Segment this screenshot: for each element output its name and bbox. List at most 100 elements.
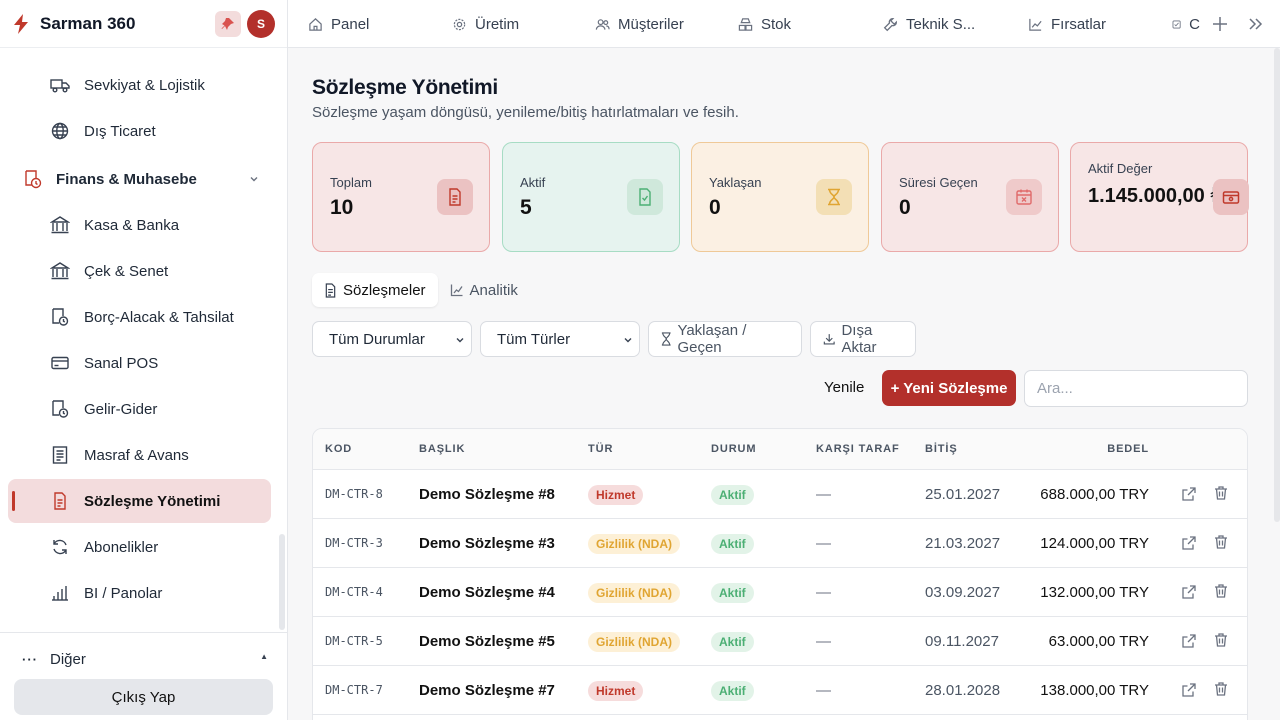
cell-amount: 63.000,00 TRY — [1048, 633, 1149, 650]
sidebar-item-gelir-gider[interactable]: Gelir-Gider — [8, 387, 271, 431]
export-button[interactable]: Dışa Aktar — [810, 321, 916, 357]
pin-button[interactable] — [215, 10, 241, 37]
tab-uretim[interactable]: Üretim — [452, 0, 519, 47]
button-label: Dışa Aktar — [841, 322, 877, 356]
sidebar-item-sevkiyat-lojistik[interactable]: Sevkiyat & Lojistik — [8, 63, 271, 107]
sidebar-item-abonelikler[interactable]: Abonelikler — [8, 525, 271, 569]
external-link-icon[interactable] — [1181, 682, 1197, 698]
table-row[interactable]: DM-CTR-8 Demo Sözleşme #8 Hizmet Aktif — 25.0… — [313, 470, 1247, 519]
type-badge: Hizmet — [588, 485, 644, 505]
trash-icon[interactable] — [1213, 534, 1229, 550]
hourglass-icon — [661, 332, 671, 346]
cell-amount: 132.000,00 TRY — [1040, 584, 1149, 601]
tab-analitik[interactable]: Analitik — [438, 273, 530, 307]
sidebar-item-kasa-banka[interactable]: Kasa & Banka — [8, 203, 271, 247]
stat-label: Toplam — [330, 175, 372, 190]
sidebar-item-label: Masraf & Avans — [84, 446, 189, 464]
cell-counterparty: — — [816, 486, 831, 503]
tab-stok[interactable]: Stok — [738, 0, 792, 47]
bar-chart-icon — [52, 586, 68, 601]
sidebar-item-label: Sanal POS — [84, 354, 159, 372]
refresh-icon — [53, 539, 67, 555]
sidebar-group-label: Finans & Muhasebe — [56, 170, 197, 188]
column-header-karsi-taraf: KARŞI TARAF — [816, 443, 900, 455]
stat-label: Süresi Geçen — [899, 175, 978, 190]
tab-label: Stok — [761, 15, 792, 33]
chevron-down-icon — [624, 338, 632, 343]
tab-panel[interactable]: Panel — [308, 0, 369, 47]
more-dots-icon: ··· — [22, 651, 38, 667]
gear-icon — [453, 18, 466, 30]
stat-value: 10 — [330, 196, 354, 219]
page-scrollbar[interactable] — [1272, 48, 1280, 720]
cell-amount: 124.000,00 TRY — [1040, 535, 1149, 552]
sidebar-item-bi-panolar[interactable]: BI / Panolar — [8, 571, 271, 615]
document-icon — [325, 282, 336, 298]
double-chevron-right-icon[interactable] — [1248, 17, 1264, 31]
external-link-icon[interactable] — [1181, 535, 1197, 551]
cell-title[interactable]: Demo Sözleşme #7 — [419, 682, 555, 699]
table-row[interactable]: DM-CTR-5 Demo Sözleşme #5 Gizlilik (NDA) Ak… — [313, 617, 1247, 666]
cell-title[interactable]: Demo Sözleşme #8 — [419, 486, 555, 503]
type-badge: Gizlilik (NDA) — [588, 534, 681, 554]
table-row[interactable]: DM-CTR-4 Demo Sözleşme #4 Gizlilik (NDA) Ak… — [313, 568, 1247, 617]
status-badge: Aktif — [711, 534, 754, 554]
sidebar-item-sanal-pos[interactable]: Sanal POS — [8, 341, 271, 385]
type-badge: Gizlilik (NDA) — [588, 583, 681, 603]
cell-code: DM-CTR-3 — [325, 536, 383, 550]
table-row[interactable]: DM-CTR-3 Demo Sözleşme #3 Gizlilik (NDA) Ak… — [313, 519, 1247, 568]
cell-title[interactable]: Demo Sözleşme #3 — [419, 535, 555, 552]
trash-icon[interactable] — [1213, 681, 1229, 697]
users-icon — [595, 18, 610, 30]
sidebar-item-sozlesme-yonetimi[interactable]: Sözleşme Yönetimi — [8, 479, 271, 523]
other-menu-label: Diğer — [50, 650, 86, 668]
trash-icon[interactable] — [1213, 632, 1229, 648]
brand-bar: Sarman 360 S — [0, 0, 287, 48]
sidebar-item-masraf-avans[interactable]: Masraf & Avans — [8, 433, 271, 477]
sidebar-scrollbar[interactable] — [279, 534, 285, 630]
search-input[interactable] — [1024, 370, 1248, 407]
other-menu-toggle[interactable]: ··· Diğer ▲ — [22, 649, 272, 669]
cell-code: DM-CTR-4 — [325, 585, 383, 599]
tab-musteriler[interactable]: Müşteriler — [595, 0, 684, 47]
trash-icon[interactable] — [1213, 485, 1229, 501]
cell-title[interactable]: Demo Sözleşme #5 — [419, 633, 555, 650]
trash-icon[interactable] — [1213, 583, 1229, 599]
sidebar-item-dis-ticaret[interactable]: Dış Ticaret — [8, 109, 271, 153]
sidebar-nav: Sevkiyat & Lojistik Dış Ticaret Finans &… — [0, 48, 287, 632]
external-link-icon[interactable] — [1181, 584, 1197, 600]
stat-value: 0 — [709, 196, 721, 219]
stat-label: Yaklaşan — [709, 175, 762, 190]
refresh-button[interactable]: Yenile — [824, 379, 864, 396]
tab-sozlesmeler[interactable]: Sözleşmeler — [312, 273, 438, 307]
sidebar-group-finans-muhasebe[interactable]: Finans & Muhasebe — [8, 157, 271, 201]
logout-button[interactable]: Çıkış Yap — [14, 679, 273, 715]
external-link-icon[interactable] — [1181, 486, 1197, 502]
sidebar-item-cek-senet[interactable]: Çek & Senet — [8, 249, 271, 293]
stat-value: 1.145.000,00 ₺ — [1088, 185, 1225, 207]
tab-more-truncated[interactable]: C — [1172, 0, 1200, 47]
cell-counterparty: — — [816, 633, 831, 650]
type-filter-select[interactable]: Tüm Türler — [480, 321, 640, 357]
download-icon — [823, 334, 835, 345]
stat-card-total: Toplam 10 — [312, 142, 490, 252]
due-filter-button[interactable]: Yaklaşan / Geçen — [648, 321, 802, 357]
table-row[interactable]: DM-CTR-7 Demo Sözleşme #7 Hizmet Aktif — 28.0… — [313, 666, 1247, 715]
new-contract-button[interactable]: + Yeni Sözleşme — [882, 370, 1016, 406]
type-badge: Hizmet — [588, 681, 644, 701]
sidebar-item-borc-alacak[interactable]: Borç-Alacak & Tahsilat — [8, 295, 271, 339]
tab-teknik-servis[interactable]: Teknik S... — [883, 0, 975, 47]
tab-firsatlar[interactable]: Fırsatlar — [1028, 0, 1106, 47]
status-filter-select[interactable]: Tüm Durumlar — [312, 321, 472, 357]
add-tab-icon[interactable] — [1210, 14, 1230, 34]
cell-title[interactable]: Demo Sözleşme #4 — [419, 584, 555, 601]
globe-icon — [51, 122, 69, 140]
external-link-icon[interactable] — [1181, 633, 1197, 649]
receivable-icon — [52, 308, 69, 326]
cell-end-date: 21.03.2027 — [925, 535, 1001, 552]
cell-counterparty: — — [816, 535, 831, 552]
column-header-durum: DURUM — [711, 443, 757, 455]
stat-card-active: Aktif 5 — [502, 142, 680, 252]
avatar[interactable]: S — [247, 9, 275, 38]
column-header-kod: KOD — [325, 443, 353, 455]
